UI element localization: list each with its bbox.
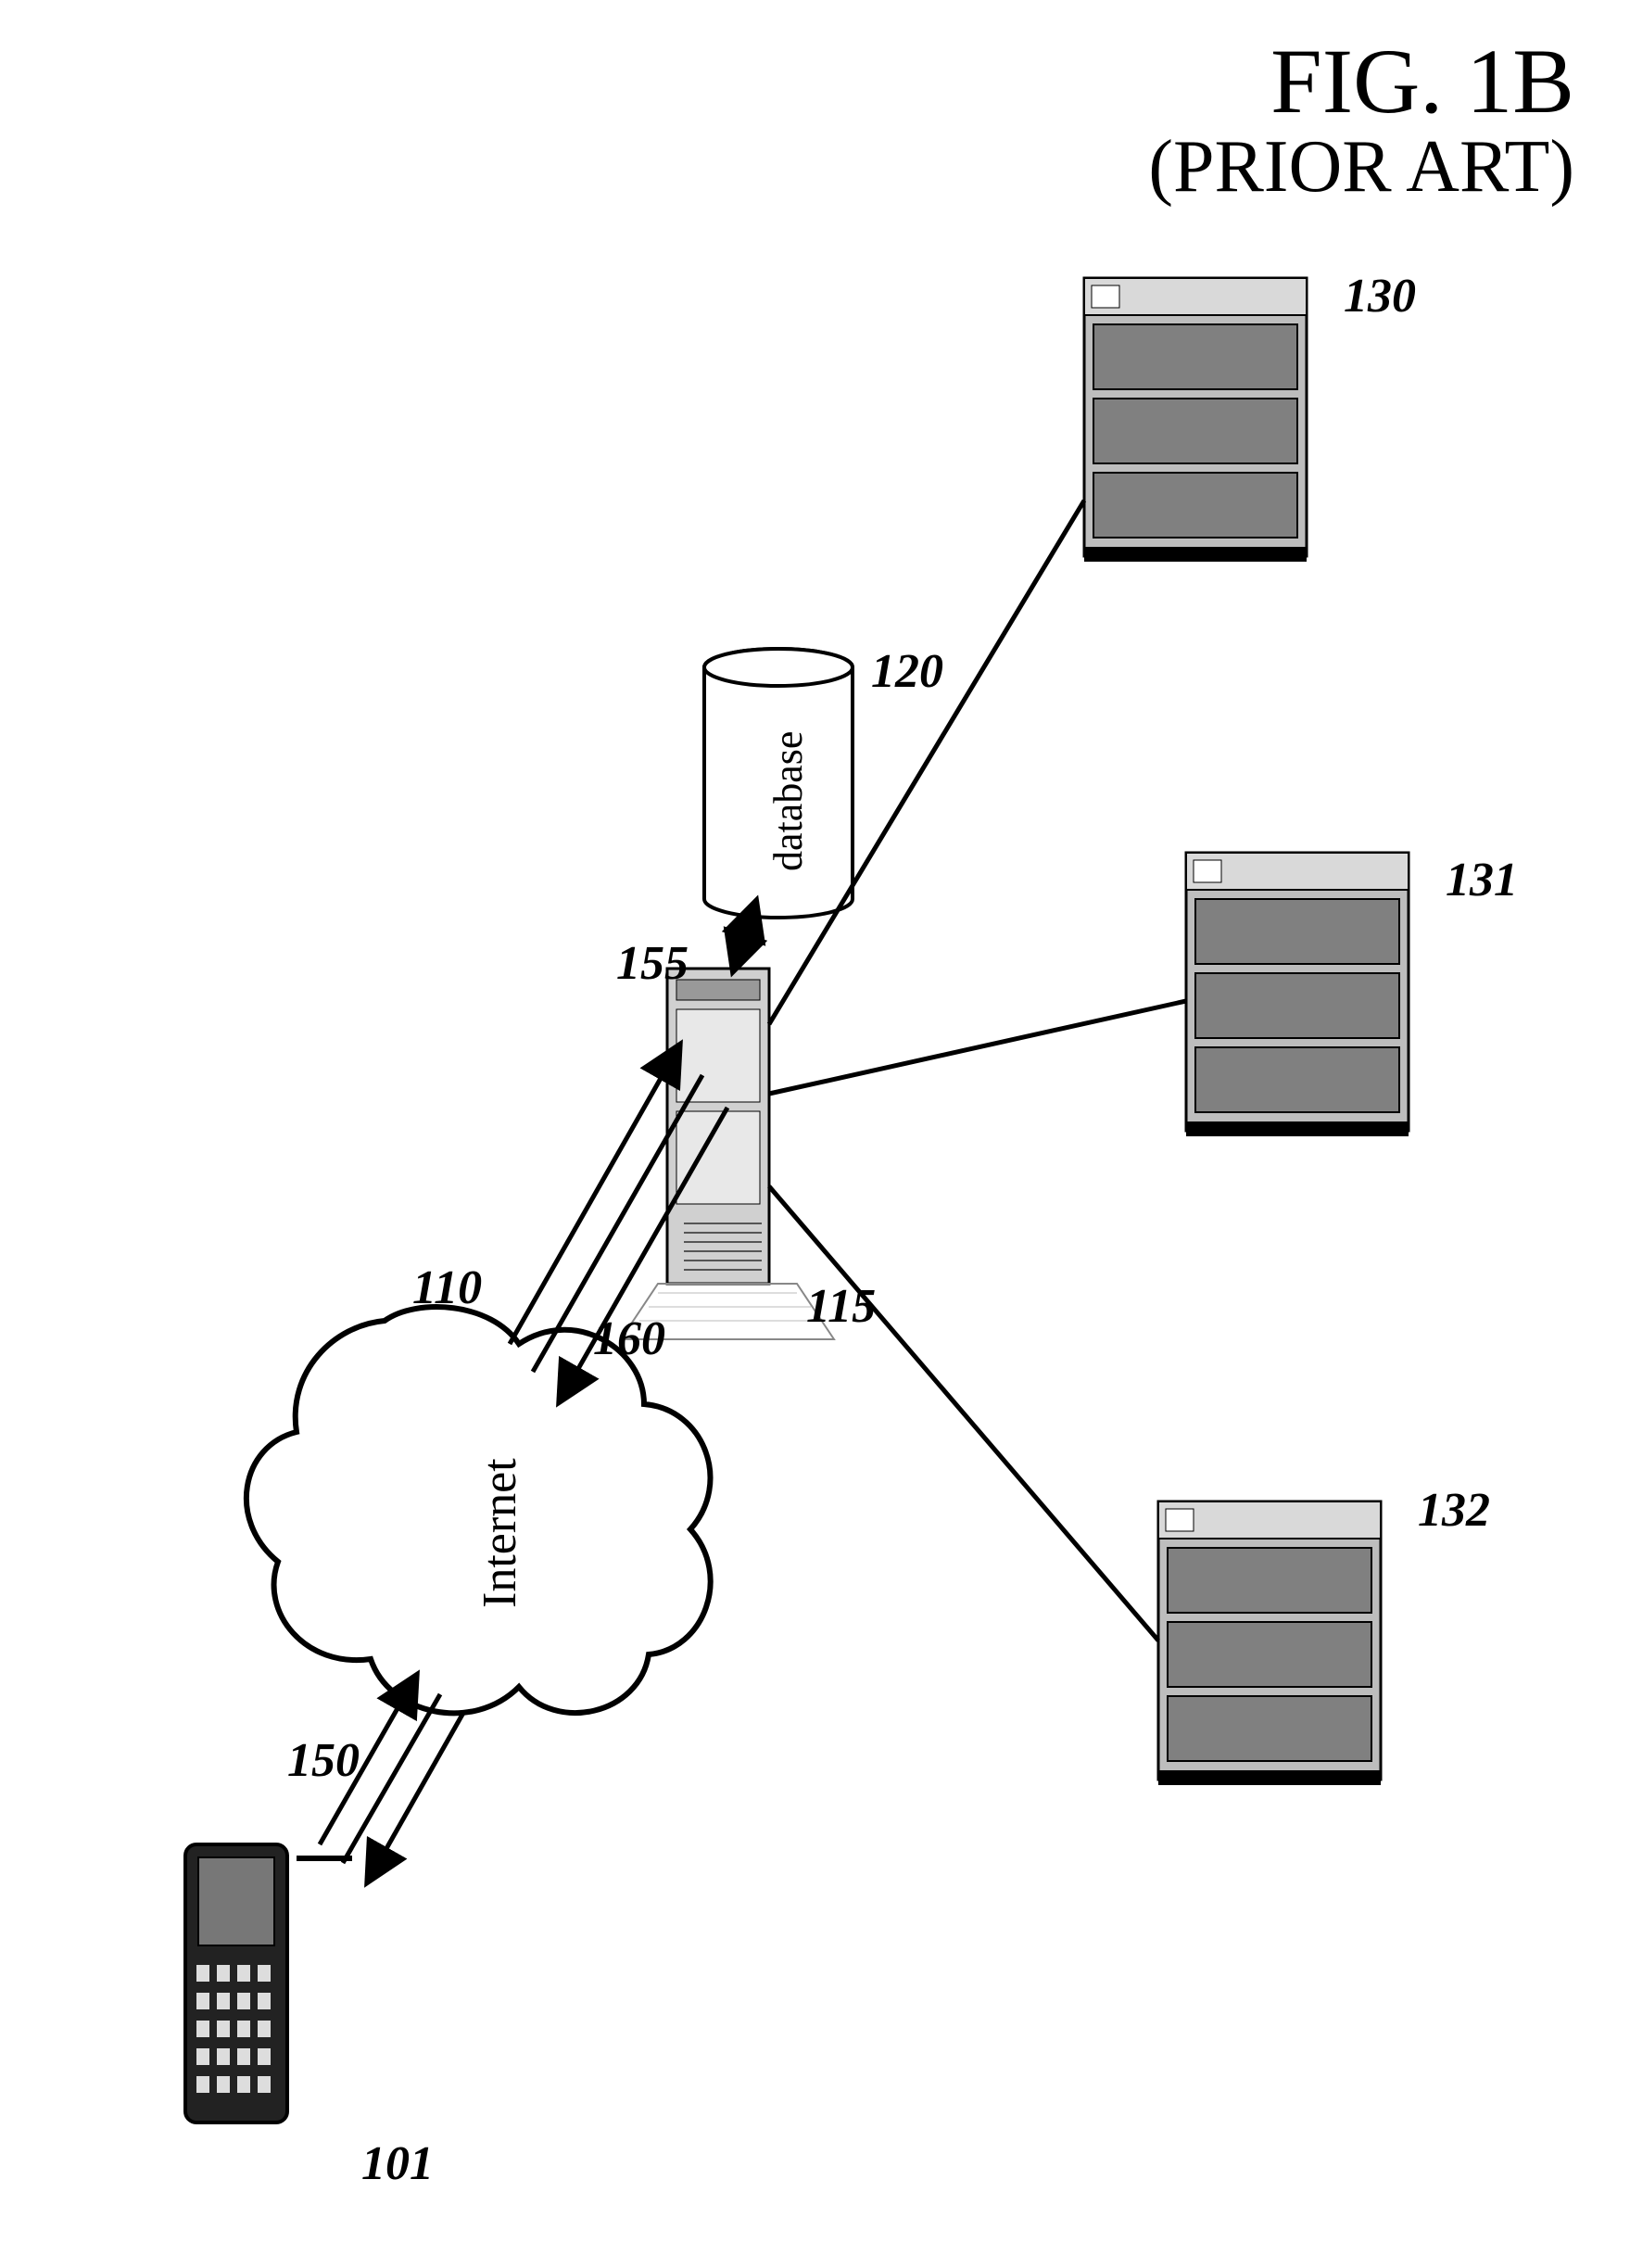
ref-101: 101: [361, 2136, 434, 2191]
ref-130: 130: [1344, 269, 1416, 323]
arrow-cloud-to-server: [510, 1047, 678, 1344]
server-rack-132-icon: [1158, 1501, 1381, 1785]
link-server-to-132: [769, 1186, 1158, 1641]
server-rack-130-icon: [1084, 278, 1307, 562]
ref-155: 155: [616, 936, 689, 991]
ref-160: 160: [593, 1311, 665, 1366]
diagram-svg: [0, 0, 1630, 2268]
database-label: database: [764, 731, 812, 871]
diagram-stage: FIG. 1B (PRIOR ART): [0, 0, 1630, 2268]
ref-150: 150: [287, 1733, 360, 1788]
ref-110: 110: [412, 1261, 482, 1315]
server-rack-131-icon: [1186, 853, 1409, 1136]
mobile-phone-icon: [185, 1844, 352, 2122]
ref-115: 115: [806, 1279, 876, 1334]
link-server-to-131: [769, 1001, 1186, 1094]
ref-120: 120: [871, 644, 943, 699]
ref-131: 131: [1446, 853, 1518, 907]
cloud-label: Internet: [473, 1458, 527, 1608]
central-server-icon: [621, 969, 834, 1339]
ref-132: 132: [1418, 1483, 1490, 1538]
